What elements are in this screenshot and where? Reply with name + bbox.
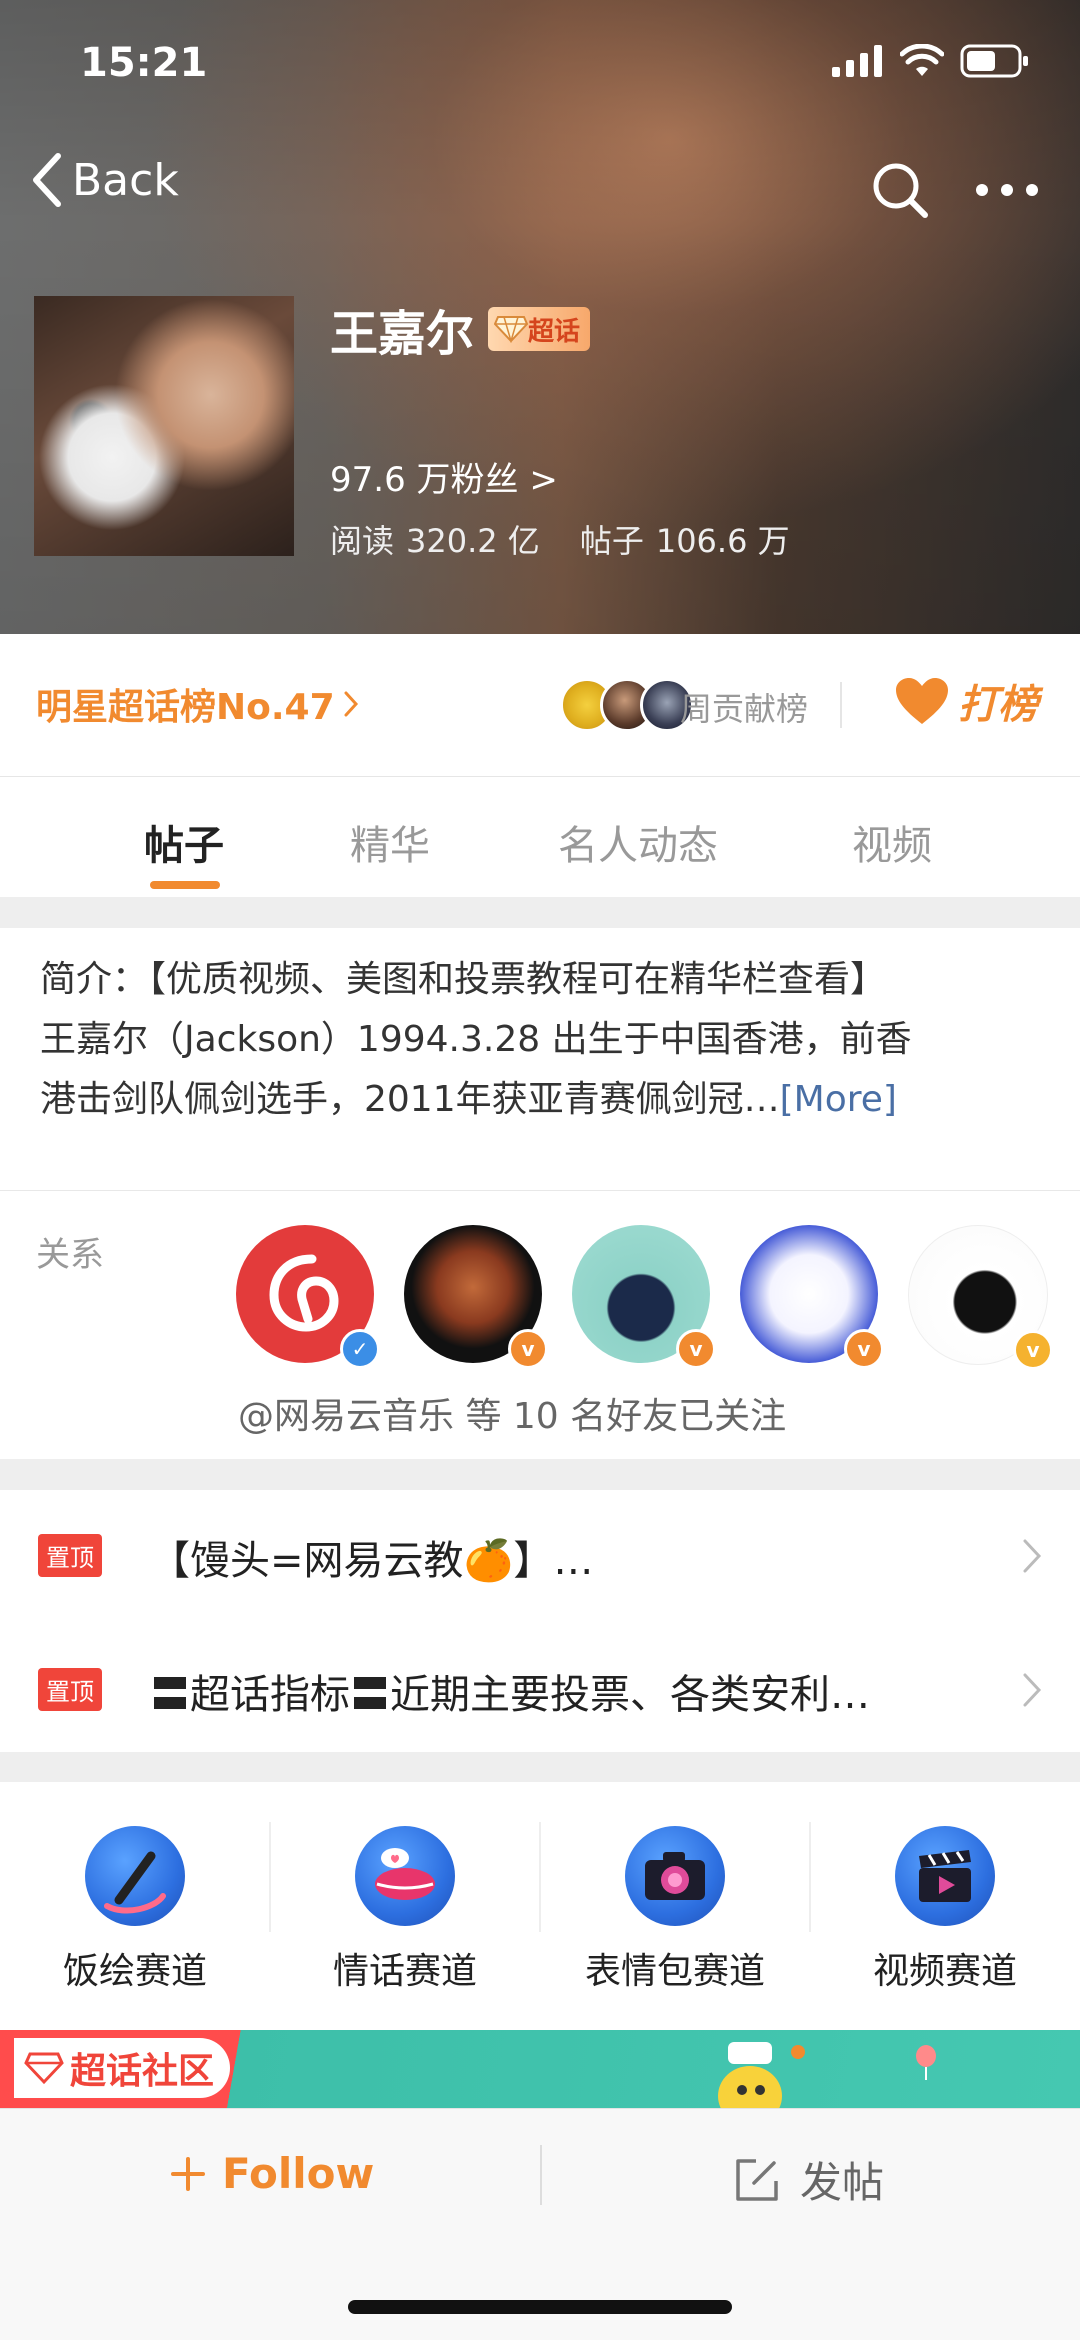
topic-avatar[interactable] xyxy=(34,296,294,556)
diamond-icon xyxy=(494,316,529,343)
intro-line-1: 简介：【优质视频、美图和投票教程可在精华栏查看】 xyxy=(40,959,887,1000)
heart-icon xyxy=(896,678,948,724)
track-videos[interactable]: 视频赛道 xyxy=(810,1782,1080,2030)
rank-row: 明星超话榜No.47 周贡献榜 打榜 xyxy=(0,634,1080,777)
track-shortcuts: 饭绘赛道 情话赛道 表情包赛道 视频赛道 xyxy=(0,1782,1080,2030)
tab-videos[interactable]: 视频 xyxy=(852,813,932,871)
tab-posts[interactable]: 帖子 xyxy=(144,813,224,871)
dabang-label: 打榜 xyxy=(958,682,1038,728)
pinned-tag: 置顶 xyxy=(38,1534,102,1577)
badge-label: 超话 xyxy=(528,316,581,347)
track-love-words[interactable]: 情话赛道 xyxy=(270,1782,540,2030)
tab-celebrity-updates[interactable]: 名人动态 xyxy=(558,813,718,871)
nav-bar: Back xyxy=(0,150,1080,240)
chevron-right-icon xyxy=(1023,1539,1042,1573)
more-icon[interactable] xyxy=(974,160,1040,220)
compose-icon xyxy=(736,2158,778,2201)
mascot-icon xyxy=(718,2042,805,2110)
status-time: 15:21 xyxy=(80,40,208,86)
intro-line-3: 港击剑队佩剑选手，2011年获亚青赛佩剑冠…[More] xyxy=(40,1070,1050,1130)
star-rank-link[interactable]: 明星超话榜No.47 xyxy=(36,678,359,730)
search-icon[interactable] xyxy=(870,160,930,220)
pinned-post-title: 〓超话指标〓近期主要投票、各类安利… xyxy=(150,1672,870,1718)
home-indicator[interactable] xyxy=(348,2300,732,2314)
track-stickers[interactable]: 表情包赛道 xyxy=(540,1782,810,2030)
post-label: 发帖 xyxy=(800,2158,885,2207)
verified-badge-icon: v xyxy=(508,1329,548,1369)
friend-avatar[interactable]: v xyxy=(740,1225,884,1369)
back-button[interactable]: Back xyxy=(30,150,179,210)
friend-avatar-netease[interactable]: ✓ xyxy=(236,1225,380,1369)
fans-count[interactable]: 97.6 万粉丝 > xyxy=(330,452,558,501)
weekly-contribution-link[interactable]: 周贡献榜 xyxy=(680,684,808,730)
intro-line-3-text: 港击剑队佩剑选手，2011年获亚青赛佩剑冠… xyxy=(40,1079,780,1120)
chevron-right-icon xyxy=(344,691,358,717)
topic-name: 王嘉尔 xyxy=(330,306,475,362)
posts-stat: 帖子 106.6 万 xyxy=(580,516,790,562)
pinned-post[interactable]: 置顶 【馒头=网易云教🍊】… xyxy=(0,1490,1080,1610)
chevron-left-icon xyxy=(33,153,61,207)
friend-avatar[interactable]: v xyxy=(404,1225,548,1369)
balloon-icon xyxy=(916,2045,936,2080)
chaohua-community-banner[interactable]: 超话社区 xyxy=(0,2030,1080,2110)
track-label: 表情包赛道 xyxy=(584,1951,765,1992)
chaohua-badge: 超话 xyxy=(488,307,591,351)
dabang-button[interactable]: 打榜 xyxy=(894,672,1038,730)
verified-badge-icon: v xyxy=(844,1329,884,1369)
track-label: 视频赛道 xyxy=(872,1951,1017,1992)
contributor-avatars[interactable] xyxy=(560,678,694,732)
camera-icon xyxy=(625,1826,725,1926)
topic-intro: 简介：【优质视频、美图和投票教程可在精华栏查看】 王嘉尔（Jackson）199… xyxy=(0,928,1080,1191)
pinned-post-title: 【馒头=网易云教🍊】… xyxy=(150,1538,594,1584)
intro-line-2: 王嘉尔（Jackson）1994.3.28 出生于中国香港，前香 xyxy=(40,1019,912,1060)
reads-value: 320.2 亿 xyxy=(406,522,540,560)
star-rank-label: 明星超话榜No.47 xyxy=(36,687,335,728)
back-label: Back xyxy=(72,154,179,206)
verified-badge-icon: v xyxy=(676,1329,716,1369)
plus-icon xyxy=(171,2156,205,2191)
pinned-tag: 置顶 xyxy=(38,1668,102,1711)
follow-label: Follow xyxy=(222,2149,375,2198)
tab-active-indicator xyxy=(150,881,220,889)
pinned-posts: 置顶 【馒头=网易云教🍊】… 置顶 〓超话指标〓近期主要投票、各类安利… xyxy=(0,1490,1080,1752)
verified-badge-icon: v xyxy=(1013,1330,1053,1370)
relations-section: 关系 ✓ v v v v @网易云音乐 等 10 名好友已关注 xyxy=(0,1191,1080,1459)
signal-icon xyxy=(832,45,882,77)
post-button[interactable]: 发帖 xyxy=(734,2149,884,2210)
wifi-icon xyxy=(900,44,944,76)
track-label: 饭绘赛道 xyxy=(62,1951,207,1992)
banner-title: 超话社区 xyxy=(14,2038,231,2098)
pinned-post[interactable]: 置顶 〓超话指标〓近期主要投票、各类安利… xyxy=(0,1624,1080,1744)
friend-avatar[interactable]: v xyxy=(572,1225,716,1369)
relations-label: 关系 xyxy=(36,1235,104,1275)
chevron-right-icon xyxy=(1023,1673,1042,1707)
divider xyxy=(540,2145,542,2205)
lips-icon xyxy=(355,1826,455,1926)
banner-title-text: 超话社区 xyxy=(70,2051,215,2092)
divider xyxy=(840,682,842,728)
friend-avatar[interactable]: v xyxy=(908,1225,1053,1370)
verified-badge-icon: ✓ xyxy=(340,1329,380,1369)
status-bar: 15:21 xyxy=(0,0,1080,130)
diamond-icon xyxy=(24,2052,64,2085)
topic-title: 王嘉尔 超话 xyxy=(330,294,591,364)
status-icons xyxy=(832,44,1030,78)
posts-label: 帖子 xyxy=(579,522,644,560)
clapperboard-icon xyxy=(895,1826,995,1926)
battery-icon xyxy=(960,44,1028,78)
track-fan-art[interactable]: 饭绘赛道 xyxy=(0,1782,270,2030)
posts-value: 106.6 万 xyxy=(655,522,790,560)
topic-stats: 阅读 320.2 亿 帖子 106.6 万 xyxy=(330,516,790,562)
reads-stat: 阅读 320.2 亿 xyxy=(330,516,540,562)
tab-essence[interactable]: 精华 xyxy=(350,813,430,871)
tab-bar: 帖子 精华 名人动态 视频 xyxy=(0,777,1080,897)
track-label: 情话赛道 xyxy=(332,1951,477,1992)
followed-by-caption[interactable]: @网易云音乐 等 10 名好友已关注 xyxy=(238,1387,786,1439)
brush-icon xyxy=(85,1826,185,1926)
intro-more-link[interactable]: [More] xyxy=(780,1079,897,1120)
reads-label: 阅读 xyxy=(330,522,395,560)
follow-button[interactable]: Follow xyxy=(170,2149,374,2198)
